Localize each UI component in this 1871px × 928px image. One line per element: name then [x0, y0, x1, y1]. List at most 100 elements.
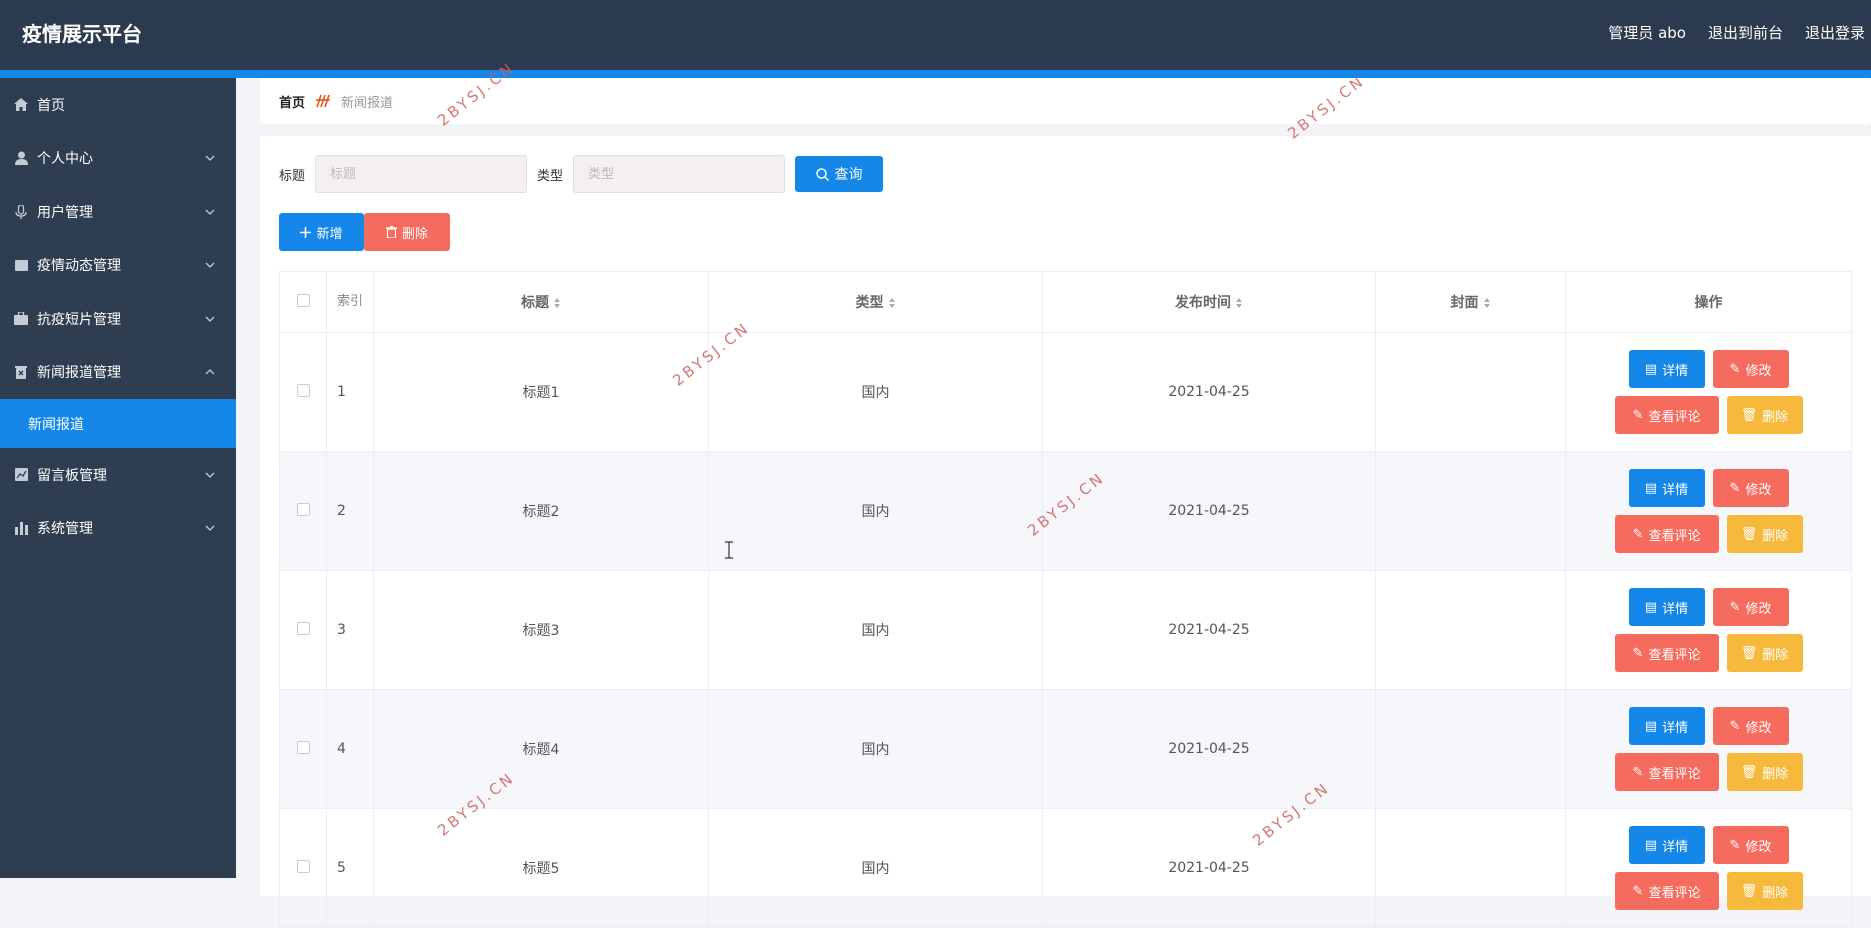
chevron-down-icon — [205, 525, 215, 532]
edit-button[interactable]: ✎ 修改 — [1712, 469, 1789, 507]
select-all-checkbox[interactable] — [296, 293, 310, 307]
chevron-down-icon — [205, 209, 215, 215]
search-bar: 标题 类型 查询 — [279, 155, 884, 193]
app-title: 疫情展示平台 — [22, 22, 142, 46]
sidebar-item-label: 系统管理 — [37, 521, 93, 538]
row-checkbox[interactable] — [296, 502, 310, 516]
view-comments-button[interactable]: ✎ 查看评论 — [1614, 634, 1719, 672]
detail-button[interactable]: ▤ 详情 — [1628, 826, 1705, 864]
view-comments-button-label: 查看评论 — [1648, 766, 1701, 782]
edit-button-label: 修改 — [1745, 482, 1772, 498]
row-ops: ▤ 详情 ✎ 修改 ✎ 查看评论 🗑 删除 — [1565, 689, 1852, 809]
batch-delete-button-label: 删除 — [401, 226, 428, 242]
doc-icon: ▤ — [1644, 480, 1658, 496]
detail-button[interactable]: ▤ 详情 — [1628, 350, 1705, 388]
breadcrumb-current: 新闻报道 — [341, 95, 394, 111]
detail-button-label: 详情 — [1662, 720, 1689, 736]
edit-button[interactable]: ✎ 修改 — [1712, 707, 1789, 745]
pencil-icon: ✎ — [1729, 361, 1741, 377]
back-to-front-link[interactable]: 退出到前台 — [1708, 22, 1783, 43]
row-cover — [1375, 570, 1566, 690]
sidebar-item-label: 抗疫短片管理 — [37, 311, 121, 328]
row-delete-button[interactable]: 🗑 删除 — [1726, 634, 1803, 672]
row-cover — [1375, 689, 1566, 809]
edit-button[interactable]: ✎ 修改 — [1712, 588, 1789, 626]
table-row: 4 标题4 国内 2021-04-25 ▤ 详情 ✎ 修改 ✎ 查看评论 🗑 删除 — [279, 689, 1852, 809]
header-actions: 管理员 abo 退出到前台 退出登录 — [1608, 22, 1865, 43]
table-row: 3 标题3 国内 2021-04-25 ▤ 详情 ✎ 修改 ✎ 查看评论 🗑 删除 — [279, 570, 1852, 690]
sidebar-item-label: 疫情动态管理 — [37, 258, 121, 275]
pencil-icon: ✎ — [1632, 407, 1644, 423]
detail-button[interactable]: ▤ 详情 — [1628, 707, 1705, 745]
sidebar-item-news[interactable]: 新闻报道管理 — [0, 346, 236, 400]
edit-button[interactable]: ✎ 修改 — [1712, 826, 1789, 864]
row-delete-button-label: 删除 — [1762, 528, 1789, 544]
sidebar-item-home[interactable]: 首页 — [0, 78, 236, 132]
column-header-cover[interactable]: 封面 — [1375, 271, 1566, 333]
view-comments-button-label: 查看评论 — [1648, 528, 1701, 544]
bar-chart-icon — [13, 520, 29, 536]
pencil-icon: ✎ — [1729, 599, 1741, 615]
row-delete-button[interactable]: 🗑 删除 — [1726, 753, 1803, 791]
sidebar-item-label: 首页 — [37, 97, 65, 114]
sidebar-item-label: 留言板管理 — [37, 467, 107, 484]
trash-icon: 🗑 — [1740, 526, 1758, 542]
pencil-icon: ✎ — [1729, 718, 1741, 734]
edit-button[interactable]: ✎ 修改 — [1712, 350, 1789, 388]
trash-icon — [13, 364, 29, 380]
type-search-input[interactable] — [573, 155, 786, 193]
detail-button[interactable]: ▤ 详情 — [1628, 588, 1705, 626]
edit-button-label: 修改 — [1745, 720, 1772, 736]
row-checkbox[interactable] — [296, 859, 310, 873]
row-checkbox[interactable] — [296, 621, 310, 635]
select-all-cell — [279, 271, 327, 333]
sidebar-item-videos[interactable]: 抗疫短片管理 — [0, 292, 236, 346]
sidebar-subitem-news-reports[interactable]: 新闻报道 — [0, 399, 236, 448]
row-cover — [1375, 332, 1566, 452]
sidebar-item-users[interactable]: 用户管理 — [0, 185, 236, 239]
sidebar-item-personal[interactable]: 个人中心 — [0, 132, 236, 186]
pencil-icon: ✎ — [1632, 645, 1644, 661]
sidebar-item-messages[interactable]: 留言板管理 — [0, 448, 236, 502]
trash-icon — [385, 226, 397, 238]
row-title: 标题5 — [373, 808, 709, 928]
batch-delete-button[interactable]: 删除 — [364, 213, 450, 251]
detail-button-label: 详情 — [1662, 839, 1689, 855]
view-comments-button[interactable]: ✎ 查看评论 — [1614, 515, 1719, 553]
view-comments-button[interactable]: ✎ 查看评论 — [1614, 753, 1719, 791]
row-delete-button-label: 删除 — [1762, 409, 1789, 425]
detail-button[interactable]: ▤ 详情 — [1628, 469, 1705, 507]
chart-icon — [13, 467, 29, 483]
column-header-cover-label: 封面 — [1450, 295, 1479, 311]
column-header-title-label: 标题 — [521, 295, 549, 311]
mic-icon — [13, 204, 29, 220]
view-comments-button[interactable]: ✎ 查看评论 — [1614, 396, 1719, 434]
row-checkbox[interactable] — [296, 740, 310, 754]
column-header-title[interactable]: 标题 — [373, 271, 709, 333]
row-delete-button[interactable]: 🗑 删除 — [1726, 396, 1803, 434]
view-comments-button-label: 查看评论 — [1648, 409, 1701, 425]
row-ops: ▤ 详情 ✎ 修改 ✎ 查看评论 🗑 删除 — [1565, 570, 1852, 690]
title-search-input[interactable] — [315, 155, 528, 193]
main-area: 首页 新闻报道 标题 类型 查询 新增 删除 — [236, 78, 1871, 928]
row-title: 标题2 — [373, 451, 709, 571]
briefcase-icon — [13, 311, 29, 327]
row-index: 4 — [326, 689, 374, 809]
sidebar-item-system[interactable]: 系统管理 — [0, 502, 236, 556]
row-cover — [1375, 451, 1566, 571]
add-button[interactable]: 新增 — [279, 213, 364, 251]
column-header-date[interactable]: 发布时间 — [1042, 271, 1376, 333]
row-date: 2021-04-25 — [1042, 332, 1376, 452]
row-delete-button[interactable]: 🗑 删除 — [1726, 515, 1803, 553]
text-cursor-icon — [725, 541, 733, 559]
trash-icon: 🗑 — [1740, 883, 1758, 899]
query-button[interactable]: 查询 — [795, 156, 884, 192]
logout-link[interactable]: 退出登录 — [1805, 22, 1865, 43]
row-checkbox[interactable] — [296, 383, 310, 397]
column-header-type[interactable]: 类型 — [708, 271, 1043, 333]
breadcrumb-home[interactable]: 首页 — [279, 92, 305, 111]
user-icon — [13, 150, 29, 166]
sidebar-item-epidemic[interactable]: 疫情动态管理 — [0, 239, 236, 293]
title-filter-label: 标题 — [279, 168, 306, 184]
view-comments-button-label: 查看评论 — [1648, 885, 1701, 901]
